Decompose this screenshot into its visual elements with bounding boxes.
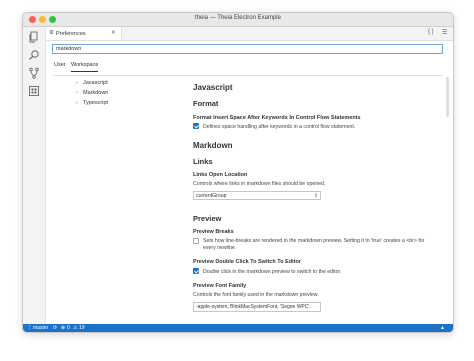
error-icon: ⊗: [61, 325, 66, 331]
pref-desc-breaks-cont: every newline.: [203, 245, 237, 251]
tree-item-markdown[interactable]: › Markdown: [76, 90, 108, 96]
font-family-input[interactable]: -apple-system, BlinkMacSystemFont, 'Sego…: [193, 302, 321, 312]
divider: [52, 75, 443, 76]
app-window: theia — Theia Electron Example ⚙ Prefere…: [22, 12, 454, 333]
warning-count[interactable]: 19: [79, 325, 85, 331]
pref-desc-dblclick: Double click in the markdown preview to …: [203, 268, 342, 275]
section-heading-links: Links: [193, 157, 213, 166]
tree-item-typescript[interactable]: › Typescript: [76, 100, 108, 106]
tree-item-label: Markdown: [83, 90, 109, 96]
branch-icon: ᚴ: [28, 325, 32, 331]
tab-label: Preferences: [56, 30, 86, 37]
scrollbar[interactable]: [446, 77, 449, 117]
section-heading-markdown: Markdown: [193, 141, 233, 150]
pref-title-format: Format Insert Space After Keywords In Co…: [193, 115, 361, 121]
branch-label[interactable]: master: [33, 325, 48, 331]
tree-item-javascript[interactable]: › Javascript: [76, 80, 108, 86]
status-bar: ᚴ master ⟳ ⊗ 0 ⚠ 19 ▲: [23, 324, 453, 332]
select-value: currentGroup: [196, 193, 227, 199]
search-input[interactable]: markdown: [52, 44, 443, 54]
extensions-icon[interactable]: [28, 85, 40, 97]
window-title: theia — Theia Electron Example: [195, 15, 281, 21]
error-count[interactable]: 0: [67, 325, 70, 331]
preferences-view: markdown User Workspace › Javascript › Mar…: [46, 41, 453, 324]
section-heading-javascript: Javascript: [193, 83, 233, 92]
tree-item-label: Javascript: [83, 80, 108, 86]
pref-desc-links: Controls where links in markdown files s…: [193, 181, 326, 187]
section-heading-preview: Preview: [193, 214, 222, 223]
format-checkbox[interactable]: [193, 123, 199, 129]
pref-title-dblclick: Preview Double Click To Switch To Editor: [193, 259, 301, 265]
gear-icon: ⚙: [49, 30, 54, 36]
tab-user[interactable]: User: [54, 62, 66, 68]
sync-icon[interactable]: ⟳: [53, 325, 57, 331]
tab-workspace[interactable]: Workspace: [71, 62, 99, 72]
search-icon[interactable]: [28, 49, 40, 61]
breaks-checkbox[interactable]: [193, 238, 199, 244]
chevron-right-icon: ›: [76, 100, 78, 106]
bell-icon[interactable]: ▲: [440, 325, 445, 331]
warning-icon: ⚠: [73, 325, 78, 331]
more-actions-icon[interactable]: ☰: [442, 29, 447, 36]
files-icon[interactable]: [28, 31, 40, 43]
pref-desc-format: Defines space handling after keywords in…: [203, 123, 356, 130]
chevron-updown-icon: ⇕: [313, 193, 318, 199]
pref-title-links: Links Open Location: [193, 172, 248, 178]
open-json-icon[interactable]: { }: [428, 29, 434, 35]
chevron-right-icon: ›: [76, 90, 78, 96]
links-open-location-select[interactable]: currentGroup ⇕: [193, 191, 321, 200]
pref-title-font: Preview Font Family: [193, 283, 247, 289]
section-heading-format: Format: [193, 99, 219, 108]
pref-desc-font: Controls the font family used in the mar…: [193, 292, 319, 298]
pref-desc-breaks: Sets how line-breaks are rendered in the…: [203, 238, 425, 244]
tab-preferences[interactable]: ⚙ Preferences ✕: [46, 27, 122, 40]
title-bar: theia — Theia Electron Example: [23, 13, 453, 27]
tab-bar: ⚙ Preferences ✕ { } ☰: [46, 27, 453, 41]
source-control-icon[interactable]: [28, 67, 40, 79]
tree-item-label: Typescript: [83, 100, 109, 106]
dblclick-checkbox[interactable]: [193, 268, 199, 274]
chevron-right-icon: ›: [76, 80, 78, 86]
pref-title-breaks: Preview Breaks: [193, 229, 234, 235]
close-icon[interactable]: ✕: [111, 30, 116, 36]
activity-bar: [23, 27, 46, 324]
